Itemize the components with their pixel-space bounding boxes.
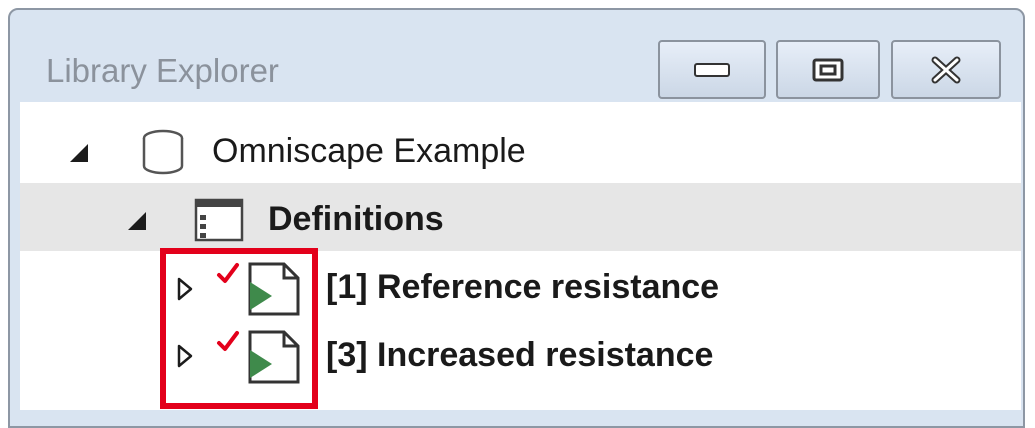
close-icon	[929, 56, 963, 84]
minimize-button[interactable]	[658, 40, 766, 99]
annotation-highlight-box	[160, 248, 318, 409]
definitions-icon	[194, 198, 244, 244]
scenario-1-label: [1] Reference resistance	[326, 268, 719, 307]
title-bar[interactable]: Library Explorer	[10, 10, 1023, 112]
library-label: Omniscape Example	[212, 132, 526, 171]
database-icon	[140, 128, 186, 176]
selected-row-background	[20, 183, 1021, 251]
minimize-icon	[694, 63, 730, 77]
expanded-arrow-icon[interactable]	[126, 210, 148, 232]
maximize-button[interactable]	[776, 40, 880, 99]
scenario-3-label: [3] Increased resistance	[326, 336, 713, 375]
window-title: Library Explorer	[46, 52, 279, 90]
close-button[interactable]	[891, 40, 1001, 99]
tree-gutter	[20, 102, 104, 410]
expanded-arrow-icon[interactable]	[68, 142, 90, 164]
definitions-label: Definitions	[268, 200, 444, 239]
maximize-icon	[812, 58, 844, 82]
